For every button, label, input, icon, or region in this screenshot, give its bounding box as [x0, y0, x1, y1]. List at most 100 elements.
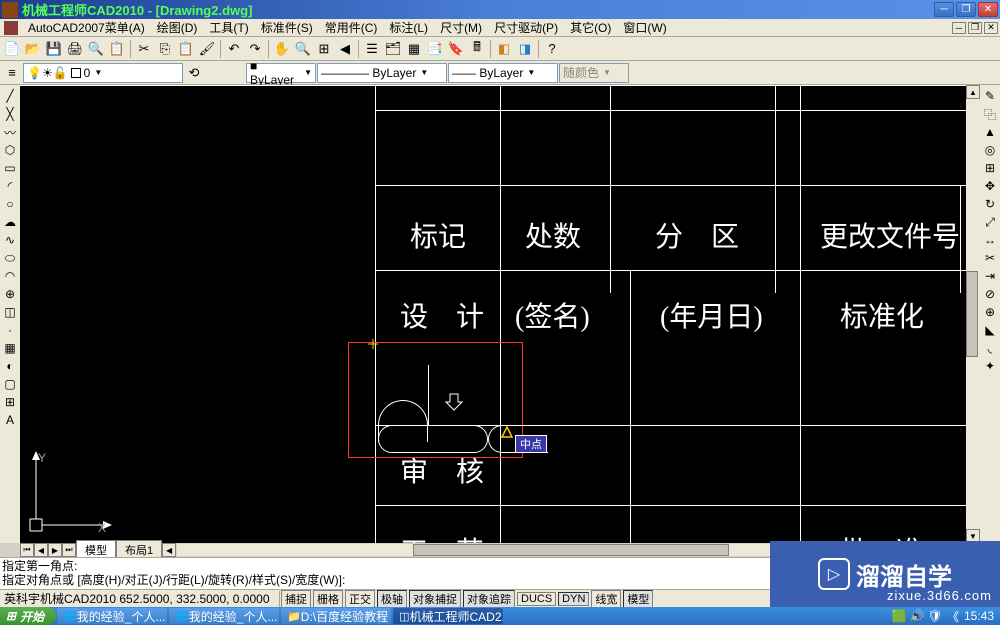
toggle-ducs[interactable]: DUCS: [517, 592, 556, 606]
menu-dim[interactable]: 标注(L): [383, 18, 434, 37]
close-button[interactable]: ✕: [978, 2, 998, 17]
calc-icon[interactable]: 🖩: [467, 39, 487, 59]
toggle-lwt[interactable]: 线宽: [591, 590, 621, 608]
undo-icon[interactable]: ↶: [224, 39, 244, 59]
tray-icon-4[interactable]: 《: [946, 609, 960, 623]
menu-common[interactable]: 常用件(C): [319, 18, 384, 37]
extend-icon[interactable]: ⇥: [981, 267, 999, 285]
break-icon[interactable]: ⊘: [981, 285, 999, 303]
layer-dropdown[interactable]: 💡 ☀ 🔓 0 ▼: [23, 63, 183, 83]
layer-mgr-icon[interactable]: ≡: [2, 63, 22, 83]
menu-size[interactable]: 尺寸(M): [434, 18, 488, 37]
sheet-icon[interactable]: 📑: [425, 39, 445, 59]
maximize-button[interactable]: ❐: [956, 2, 976, 17]
menu-draw[interactable]: 绘图(D): [151, 18, 204, 37]
erase-icon[interactable]: ✎: [981, 87, 999, 105]
toggle-polar[interactable]: 极轴: [377, 590, 407, 608]
open-icon[interactable]: 📂: [23, 39, 43, 59]
hatch-icon[interactable]: ▦: [1, 339, 19, 357]
tray-icon-1[interactable]: 🟩: [892, 609, 906, 623]
stretch-icon[interactable]: ↔: [981, 231, 999, 249]
plotstyle-dropdown[interactable]: 随颜色▼: [559, 63, 629, 83]
explode-icon[interactable]: ✦: [981, 357, 999, 375]
taskbar-item-3[interactable]: 📁 D:\百度经验教程: [281, 608, 391, 624]
ellarc-icon[interactable]: ◠: [1, 267, 19, 285]
hscroll-left-icon[interactable]: ◀: [162, 543, 176, 557]
doc-close[interactable]: ✕: [984, 22, 998, 34]
polygon-icon[interactable]: ⬡: [1, 141, 19, 159]
layer-prev-icon[interactable]: ⟲: [184, 63, 204, 83]
toolpal-icon[interactable]: ▦: [404, 39, 424, 59]
new-icon[interactable]: 📄: [2, 39, 22, 59]
copy2-icon[interactable]: ⿻: [981, 105, 999, 123]
ref-icon[interactable]: ◨: [515, 39, 535, 59]
toggle-ortho[interactable]: 正交: [345, 590, 375, 608]
zoom-prev-icon[interactable]: ◀: [335, 39, 355, 59]
mkblock-icon[interactable]: ◫: [1, 303, 19, 321]
linetype-dropdown[interactable]: ———— ByLayer▼: [317, 63, 447, 83]
block-icon[interactable]: ◧: [494, 39, 514, 59]
taskbar-item-1[interactable]: 🌐 我的经验_个人...: [57, 608, 167, 624]
insert-icon[interactable]: ⊕: [1, 285, 19, 303]
toggle-grid[interactable]: 栅格: [313, 590, 343, 608]
props-icon[interactable]: ☰: [362, 39, 382, 59]
join-icon[interactable]: ⊕: [981, 303, 999, 321]
tray-icon-2[interactable]: 🔊: [910, 609, 924, 623]
vertical-scrollbar[interactable]: ▲ ▼: [966, 85, 980, 543]
scale-icon[interactable]: ⤢: [981, 213, 999, 231]
xline-icon[interactable]: ╳: [1, 105, 19, 123]
toggle-dyn[interactable]: DYN: [558, 592, 589, 606]
spline-icon[interactable]: ∿: [1, 231, 19, 249]
line-icon[interactable]: ╱: [1, 87, 19, 105]
color-dropdown[interactable]: ■ ByLayer▼: [246, 63, 316, 83]
menu-autocad[interactable]: AutoCAD2007菜单(A): [22, 18, 151, 37]
tab-first-icon[interactable]: ⏮: [20, 543, 34, 557]
array-icon[interactable]: ⊞: [981, 159, 999, 177]
doc-restore[interactable]: ❐: [968, 22, 982, 34]
doc-minimize[interactable]: ─: [952, 22, 966, 34]
toggle-otrack[interactable]: 对象追踪: [463, 590, 515, 608]
help-icon[interactable]: ?: [542, 39, 562, 59]
chamfer-icon[interactable]: ◣: [981, 321, 999, 339]
menu-window[interactable]: 窗口(W): [617, 18, 672, 37]
toggle-model[interactable]: 模型: [623, 590, 653, 608]
preview-icon[interactable]: 🔍: [86, 39, 106, 59]
mtext-icon[interactable]: A: [1, 411, 19, 429]
dcenter-icon[interactable]: 🗂: [383, 39, 403, 59]
circle-icon[interactable]: ○: [1, 195, 19, 213]
publish-icon[interactable]: 📋: [107, 39, 127, 59]
lineweight-dropdown[interactable]: —— ByLayer▼: [448, 63, 558, 83]
start-button[interactable]: ⊞ 开始: [0, 607, 56, 625]
minimize-button[interactable]: ─: [934, 2, 954, 17]
revcloud-icon[interactable]: ☁: [1, 213, 19, 231]
ellipse-icon[interactable]: ⬭: [1, 249, 19, 267]
tab-prev-icon[interactable]: ◀: [34, 543, 48, 557]
menu-stdparts[interactable]: 标准件(S): [255, 18, 319, 37]
pline-icon[interactable]: 〰: [1, 123, 19, 141]
zoom-win-icon[interactable]: ⊞: [314, 39, 334, 59]
drawing-canvas[interactable]: 标记 处数 分 区 更改文件号 设 计 (签名) (年月日) 标准化 ( 审 核…: [20, 85, 980, 543]
toggle-osnap[interactable]: 对象捕捉: [409, 590, 461, 608]
gradient-icon[interactable]: ◐: [1, 357, 19, 375]
copy-icon[interactable]: ⎘: [155, 39, 175, 59]
paste-icon[interactable]: 📋: [176, 39, 196, 59]
redo-icon[interactable]: ↷: [245, 39, 265, 59]
tab-next-icon[interactable]: ▶: [48, 543, 62, 557]
region-icon[interactable]: ▢: [1, 375, 19, 393]
rect-icon[interactable]: ▭: [1, 159, 19, 177]
move-icon[interactable]: ✥: [981, 177, 999, 195]
markup-icon[interactable]: 🔖: [446, 39, 466, 59]
pan-icon[interactable]: ✋: [272, 39, 292, 59]
menu-other[interactable]: 其它(O): [564, 18, 617, 37]
fillet-icon[interactable]: ◟: [981, 339, 999, 357]
match-icon[interactable]: 🖌: [197, 39, 217, 59]
scroll-up-icon[interactable]: ▲: [966, 85, 980, 99]
system-tray[interactable]: 🟩 🔊 🛡 《 15:43: [886, 609, 1000, 623]
tray-icon-3[interactable]: 🛡: [928, 609, 942, 623]
zoom-rt-icon[interactable]: 🔍: [293, 39, 313, 59]
menu-tools[interactable]: 工具(T): [203, 18, 254, 37]
save-icon[interactable]: 💾: [44, 39, 64, 59]
taskbar-item-4[interactable]: ◫ 机械工程师CAD2...: [393, 608, 503, 624]
mirror-icon[interactable]: ▲: [981, 123, 999, 141]
taskbar-item-2[interactable]: 🌐 我的经验_个人...: [169, 608, 279, 624]
